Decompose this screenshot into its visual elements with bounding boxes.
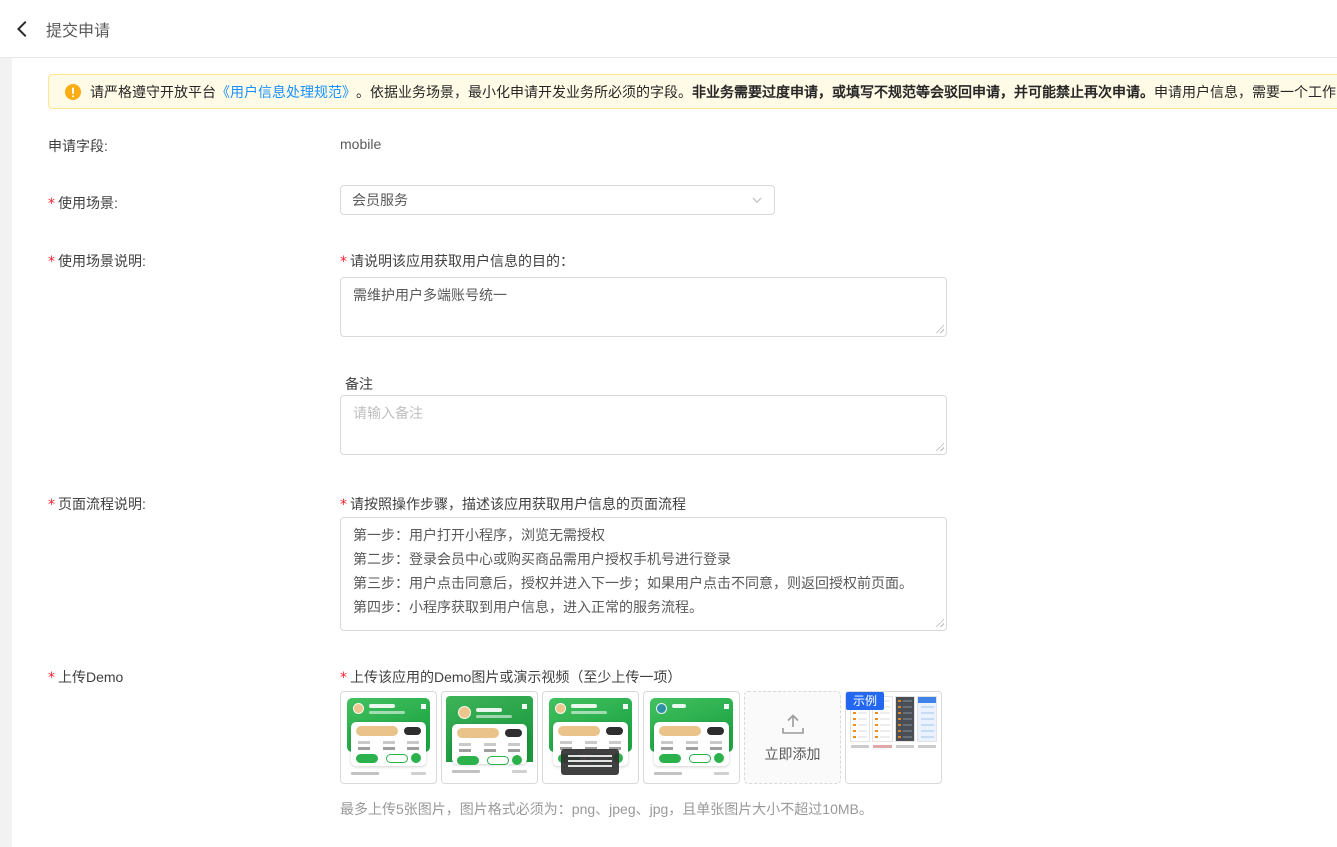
upload-add-button[interactable]: 立即添加	[744, 691, 841, 784]
demo-thumbnail-2[interactable]	[441, 691, 538, 784]
page-header: 提交申请	[0, 0, 1337, 58]
upload-hint: 最多上传5张图片，图片格式必须为：png、jpeg、jpg，且单张图片大小不超过…	[340, 799, 873, 819]
remark-label: 备注	[345, 374, 373, 394]
demo-screenshot-image	[547, 696, 634, 779]
purpose-textarea[interactable]: 需维护用户多端账号统一	[340, 277, 947, 337]
demo-thumbnail-4[interactable]	[643, 691, 740, 784]
notice-banner: 请严格遵守开放平台《用户信息处理规范》。依据业务场景，最小化申请开发业务所必须的…	[48, 74, 1337, 109]
notice-text-bold: 非业务需要过度申请，或填写不规范等会驳回申请，并可能禁止再次申请。	[692, 82, 1154, 102]
demo-screenshot-image	[648, 696, 735, 779]
scene-desc-label: *使用场景说明:	[48, 251, 146, 271]
notice-text-3: 申请用户信息，需要一个工作日左右的审核时间，请耐	[1154, 82, 1337, 102]
example-captions	[851, 745, 936, 748]
page-flow-label: *页面流程说明:	[48, 494, 146, 514]
required-asterisk: *	[48, 254, 55, 270]
example-badge: 示例	[846, 692, 884, 710]
back-button[interactable]	[0, 0, 46, 58]
upload-sub-label: *上传该应用的Demo图片或演示视频（至少上传一项）	[340, 667, 681, 687]
example-thumbnail[interactable]: 示例	[845, 691, 942, 784]
purpose-textarea-wrap: 需维护用户多端账号统一	[340, 277, 947, 337]
chevron-down-icon	[751, 194, 763, 206]
tooltip-overlay	[561, 749, 619, 775]
remark-textarea[interactable]	[340, 395, 947, 455]
required-asterisk: *	[48, 497, 55, 513]
upload-thumbnails: 立即添加 示例	[340, 691, 942, 784]
page-flow-sub-label: *请按照操作步骤，描述该应用获取用户信息的页面流程	[340, 494, 686, 514]
demo-screenshot-image	[446, 696, 533, 779]
chevron-left-icon	[12, 18, 34, 40]
demo-screenshot-image	[345, 696, 432, 779]
required-asterisk: *	[340, 497, 347, 513]
required-asterisk: *	[48, 196, 55, 212]
upload-add-label: 立即添加	[765, 744, 821, 764]
upload-icon	[780, 712, 806, 736]
form-panel: 请严格遵守开放平台《用户信息处理规范》。依据业务场景，最小化申请开发业务所必须的…	[12, 58, 1337, 847]
apply-field-label: 申请字段:	[48, 136, 108, 156]
user-info-spec-link[interactable]: 《用户信息处理规范》	[216, 82, 356, 102]
required-asterisk: *	[48, 670, 55, 686]
flow-textarea-wrap: 第一步：用户打开小程序，浏览无需授权 第二步：登录会员中心或购买商品需用户授权手…	[340, 517, 947, 631]
usage-scene-selected-value: 会员服务	[352, 190, 408, 210]
warning-icon	[65, 84, 81, 100]
purpose-sub-label: *请说明该应用获取用户信息的目的：	[340, 251, 574, 271]
apply-field-value: mobile	[340, 136, 381, 152]
demo-thumbnail-3[interactable]	[542, 691, 639, 784]
flow-textarea[interactable]: 第一步：用户打开小程序，浏览无需授权 第二步：登录会员中心或购买商品需用户授权手…	[340, 517, 947, 631]
demo-thumbnail-1[interactable]	[340, 691, 437, 784]
content-area: 请严格遵守开放平台《用户信息处理规范》。依据业务场景，最小化申请开发业务所必须的…	[0, 58, 1337, 847]
required-asterisk: *	[340, 254, 347, 270]
upload-demo-label: *上传Demo	[48, 667, 123, 687]
notice-text-1: 请严格遵守开放平台	[90, 82, 216, 102]
remark-textarea-wrap	[340, 395, 947, 455]
usage-scene-select[interactable]: 会员服务	[340, 185, 775, 215]
usage-scene-label: *使用场景:	[48, 193, 118, 213]
page-title: 提交申请	[46, 17, 110, 41]
notice-text-2: 。依据业务场景，最小化申请开发业务所必须的字段。	[356, 82, 692, 102]
required-asterisk: *	[340, 670, 347, 686]
